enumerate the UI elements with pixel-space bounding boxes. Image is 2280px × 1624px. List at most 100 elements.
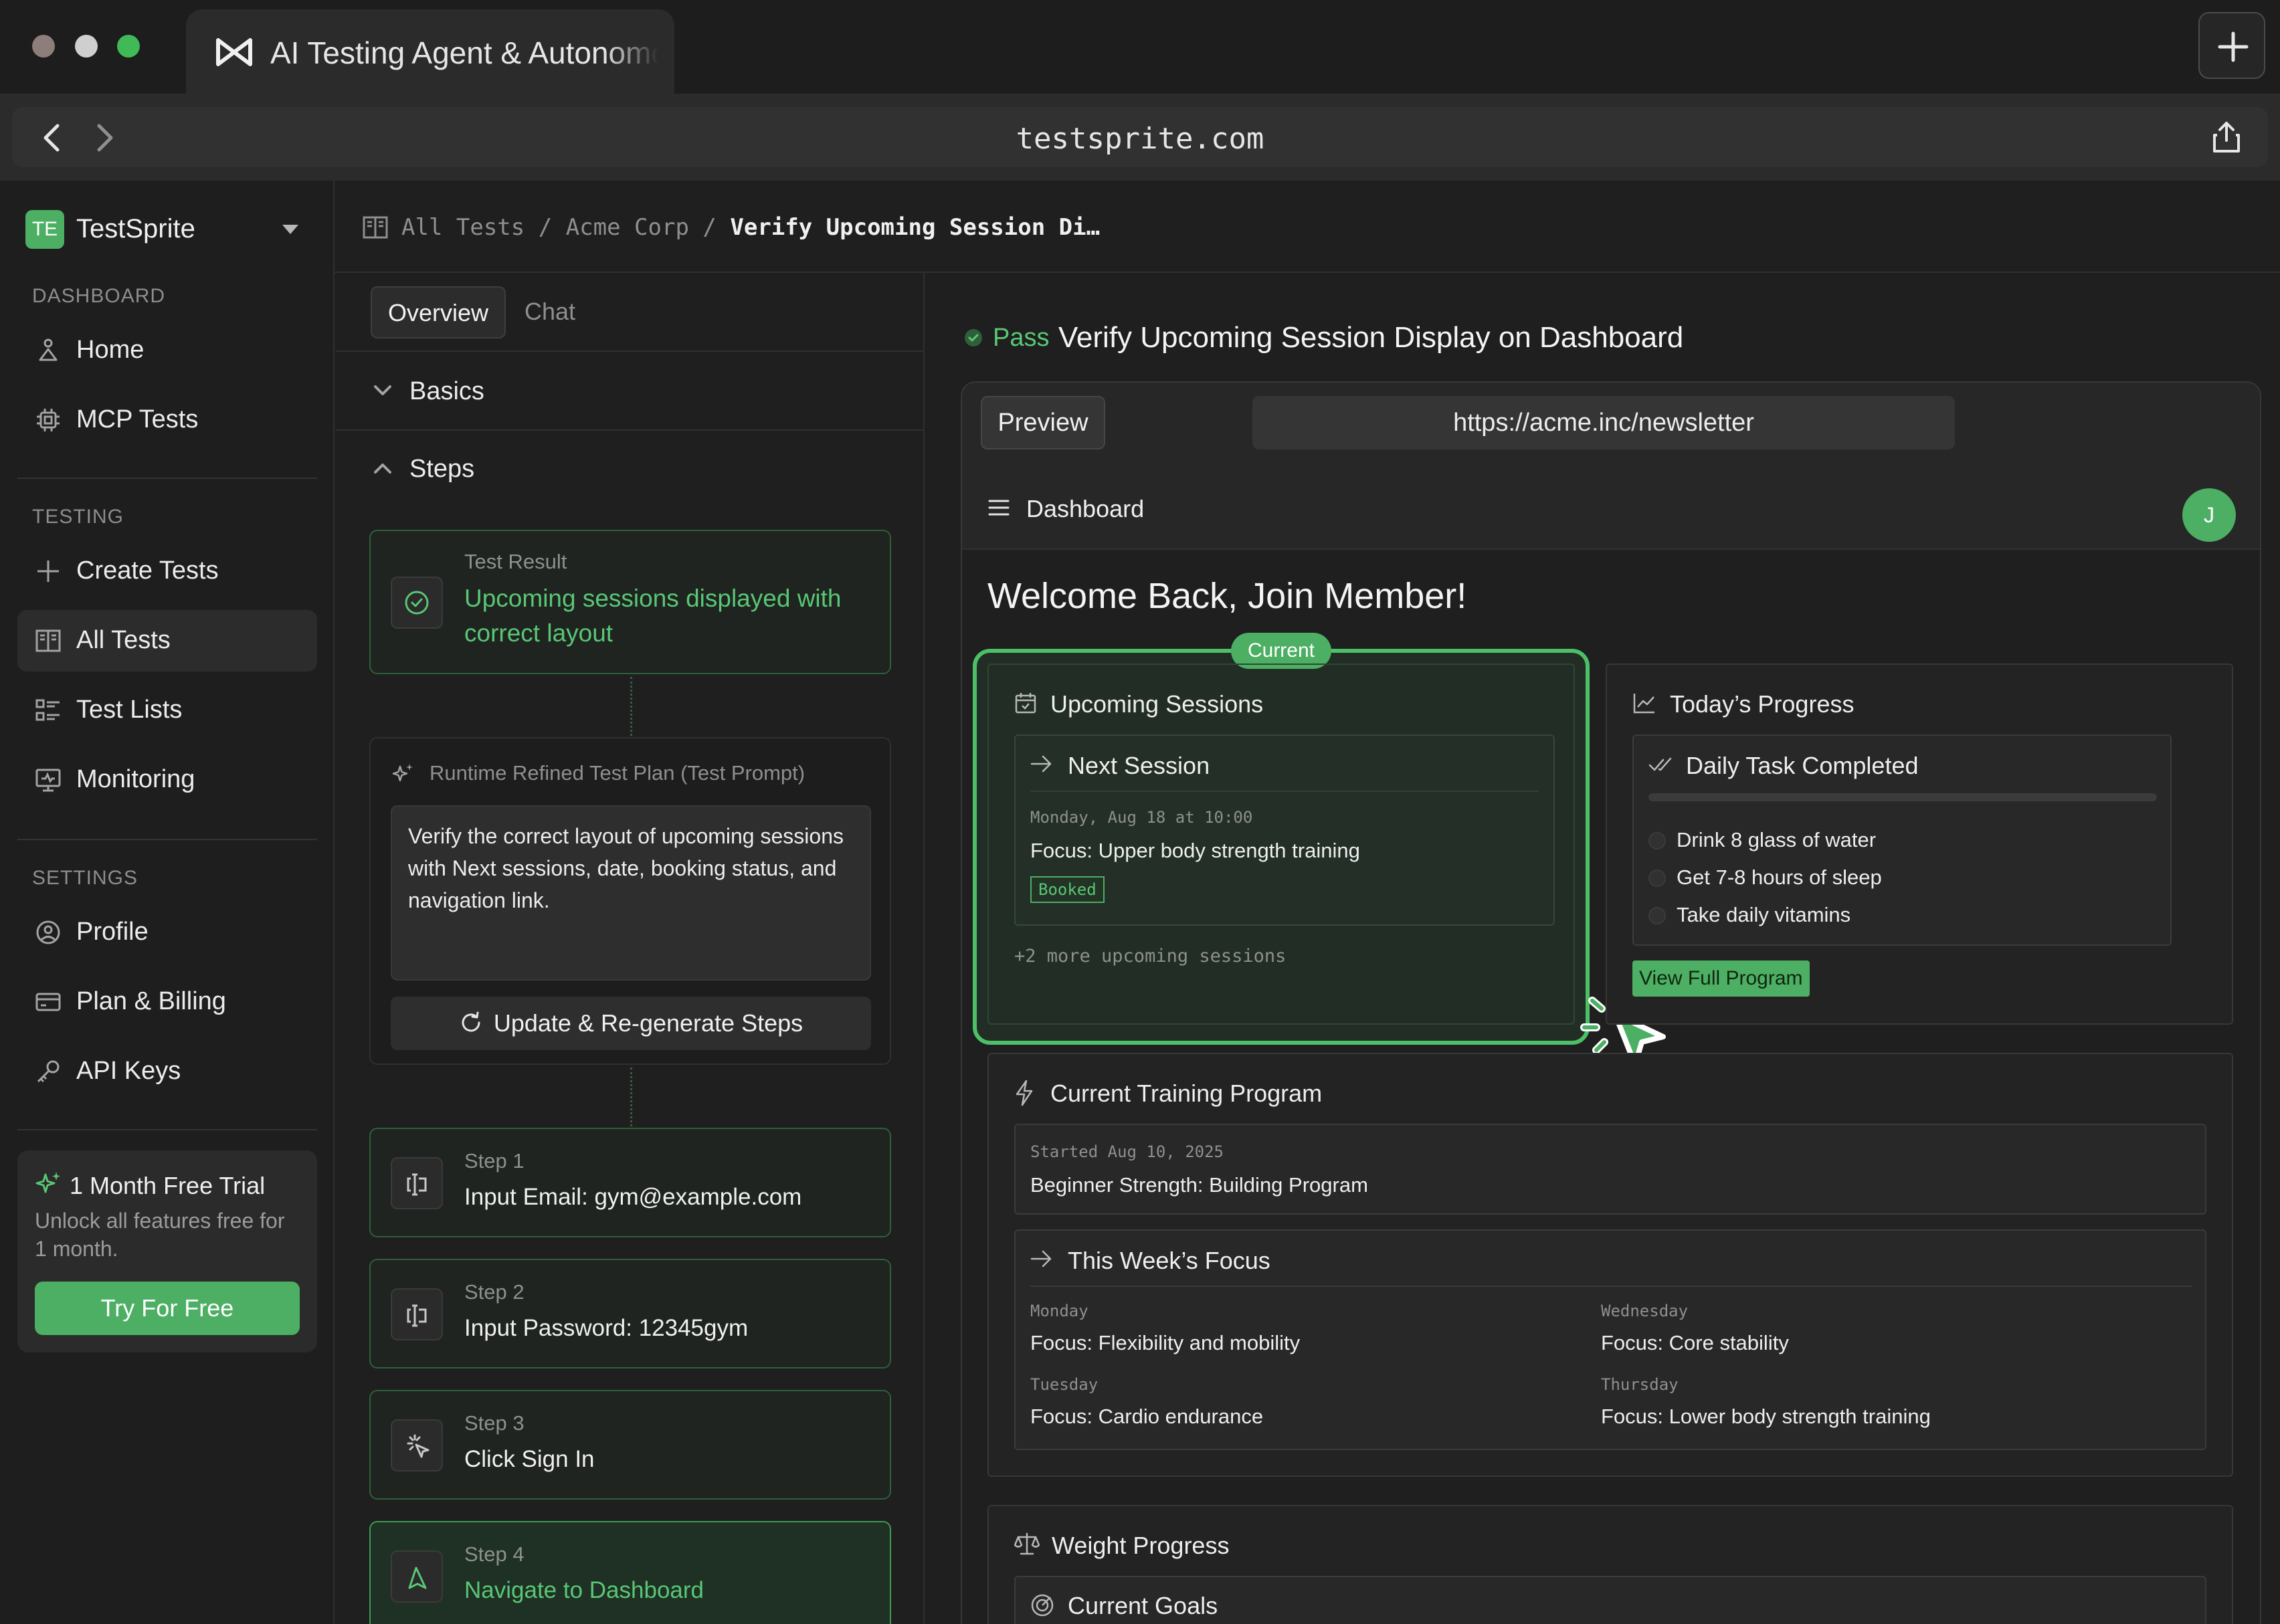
calendar-icon [1014,692,1037,714]
test-prompt-textarea[interactable]: Verify the correct layout of upcoming se… [391,805,871,981]
breadcrumb: All Tests / Acme Corp / Verify Upcoming … [335,181,2280,273]
browser-tab[interactable]: AI Testing Agent & Autonomous [186,9,674,95]
sidebar: TE TestSprite DASHBOARD Home MCP Tests T… [0,181,335,1624]
refresh-icon [459,1011,483,1035]
breadcrumb-all-tests[interactable]: All Tests [401,214,525,241]
upcoming-sessions-title: Upcoming Sessions [1050,690,1264,718]
tabs-divider [336,350,923,352]
preview-url[interactable]: https://acme.inc/newsletter [1252,396,1955,449]
text-cursor-icon [391,1157,443,1209]
task-checkbox[interactable] [1648,907,1666,924]
sidebar-item-test-lists[interactable]: Test Lists [17,680,317,741]
plus-icon [2217,31,2249,63]
step-1-card[interactable]: Step 1 Input Email: gym@example.com [369,1128,891,1237]
step-connector [630,1068,632,1126]
daily-task-card: Daily Task Completed Drink 8 glass of wa… [1632,734,2172,946]
view-full-program-button[interactable]: View Full Program [1632,960,1810,997]
card-icon [35,989,62,1015]
focus-day: Tuesday [1030,1375,1099,1394]
focus-day: Thursday [1601,1375,1679,1394]
basics-label: Basics [409,377,484,405]
sidebar-item-all-tests[interactable]: All Tests [17,610,317,672]
step-2-card[interactable]: Step 2 Input Password: 12345gym [369,1259,891,1368]
status-badge: Pass [993,324,1050,352]
sidebar-divider [17,1129,317,1130]
close-window-button[interactable] [32,35,55,58]
avatar[interactable]: J [2182,488,2236,542]
step-4-card[interactable]: Step 4 Navigate to Dashboard [369,1521,891,1624]
preview-button[interactable]: Preview [981,396,1105,449]
program-start-date: Started Aug 10, 2025 [1030,1142,1224,1161]
test-result-card[interactable]: Test Result Upcoming sessions displayed … [369,530,891,674]
tab-overview[interactable]: Overview [371,286,506,338]
step-text: Navigate to Dashboard [464,1577,704,1603]
more-sessions-link[interactable]: +2 more upcoming sessions [1014,946,1286,967]
step-connector [630,677,632,736]
sidebar-item-label: MCP Tests [76,405,199,433]
training-program-title: Current Training Program [1050,1080,1323,1107]
tab-title: AI Testing Agent & Autonomous [270,35,658,70]
section-label-settings: SETTINGS [32,867,138,889]
url-field[interactable]: testsprite.com [12,107,2268,167]
workspace-switcher[interactable]: TE TestSprite [0,181,335,274]
sidebar-item-plan-billing[interactable]: Plan & Billing [17,971,317,1033]
test-details-panel: Overview Chat Basics Steps Test Result U… [336,273,925,1624]
breadcrumb-current: Verify Upcoming Session Di… [730,214,1101,241]
app-header: Dashboard J [962,468,2260,550]
next-session-card[interactable]: Next Session Monday, Aug 18 at 10:00 Foc… [1014,734,1555,926]
sidebar-item-label: Profile [76,918,149,946]
check-circle-icon [391,577,443,629]
key-icon [35,1058,62,1085]
testsprite-logo-icon [214,35,254,70]
focus-text: Focus: Cardio endurance [1030,1405,1264,1428]
sidebar-item-label: Create Tests [76,556,219,585]
breadcrumb-acme-corp[interactable]: Acme Corp [566,214,689,241]
program-name: Beginner Strength: Building Program [1030,1173,1368,1197]
list-icon [35,697,62,724]
text-cursor-icon [391,1288,443,1340]
weekly-focus-title: This Week’s Focus [1068,1247,1270,1274]
step-kicker: Step 2 [464,1280,525,1304]
user-icon [35,919,62,946]
trial-description: Unlock all features free for 1 month. [35,1209,285,1261]
book-icon [363,215,388,239]
welcome-heading: Welcome Back, Join Member! [987,576,1467,616]
regenerate-steps-label: Update & Re-generate Steps [493,1009,803,1037]
test-result-line-2: correct layout [464,619,613,647]
new-tab-button[interactable] [2198,12,2265,79]
task-checkbox[interactable] [1648,870,1666,887]
minimize-window-button[interactable] [75,35,98,58]
navigate-icon [391,1550,443,1603]
step-3-card[interactable]: Step 3 Click Sign In [369,1390,891,1500]
caret-down-icon [281,223,300,235]
workspace-badge: TE [25,210,64,249]
task-label: Get 7-8 hours of sleep [1677,866,1882,889]
maximize-window-button[interactable] [117,35,140,58]
sidebar-item-monitoring[interactable]: Monitoring [17,749,317,811]
monitor-icon [35,767,62,793]
daily-task-title: Daily Task Completed [1686,752,1919,779]
regenerate-steps-button[interactable]: Update & Re-generate Steps [391,997,871,1050]
menu-icon[interactable] [987,498,1010,518]
plus-icon [35,558,62,585]
test-preview-panel: Pass Verify Upcoming Session Display on … [926,273,2280,1624]
sidebar-item-api-keys[interactable]: API Keys [17,1041,317,1102]
home-icon [35,337,62,364]
chevron-up-icon [373,462,392,475]
try-for-free-button[interactable]: Try For Free [35,1282,300,1335]
trial-title: 1 Month Free Trial [70,1172,266,1199]
share-icon[interactable] [2212,120,2241,154]
sidebar-divider [17,839,317,840]
sidebar-item-mcp-tests[interactable]: MCP Tests [17,389,317,451]
section-label-testing: TESTING [32,506,124,528]
sidebar-item-home[interactable]: Home [17,320,317,381]
sidebar-item-create-tests[interactable]: Create Tests [17,540,317,602]
task-checkbox[interactable] [1648,832,1666,849]
chevron-down-icon [373,384,392,397]
program-info-card[interactable]: Started Aug 10, 2025 Beginner Strength: … [1014,1124,2206,1215]
arrow-right-icon [1030,754,1053,773]
sidebar-item-label: Test Lists [76,696,183,724]
sidebar-item-profile[interactable]: Profile [17,902,317,963]
tab-chat[interactable]: Chat [508,286,591,338]
preview-frame: Preview https://acme.inc/newsletter Dash… [961,381,2261,1624]
